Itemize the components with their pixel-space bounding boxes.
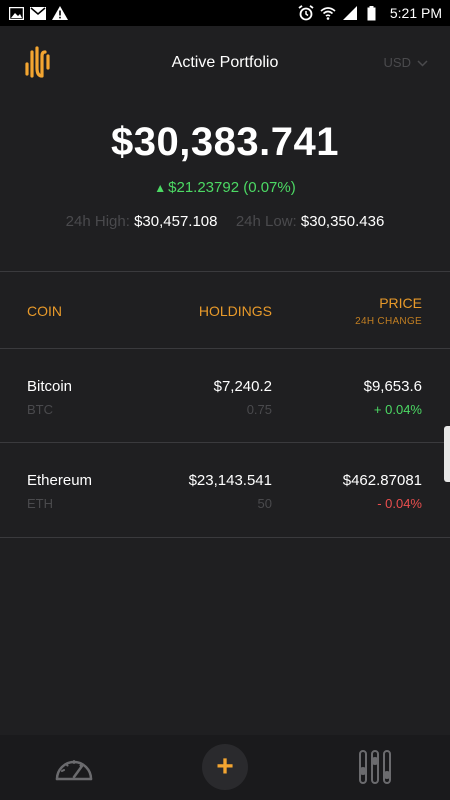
divider (0, 271, 450, 272)
gauge-icon[interactable] (54, 751, 94, 783)
holdings-value: $7,240.2 (213, 378, 272, 395)
coin-symbol: BTC (27, 402, 53, 417)
column-header-24h-change[interactable]: 24H CHANGE (355, 316, 422, 327)
column-header-holdings[interactable]: HOLDINGS (199, 303, 272, 319)
signal-icon (342, 5, 358, 21)
low-label: 24h Low: (235, 213, 297, 230)
coin-price: $462.87081 (342, 472, 422, 489)
battery-icon (364, 5, 380, 21)
status-bar: 5:21 PM (0, 0, 450, 26)
column-header-coin[interactable]: COIN (27, 303, 62, 319)
low-value: $30,350.436 (300, 213, 385, 230)
coin-24h-change: - 0.04% (377, 496, 422, 511)
portfolio-total: $30,383.741 (111, 120, 339, 164)
coin-symbol: ETH (27, 496, 53, 511)
edge-panel-handle[interactable] (444, 426, 450, 482)
table-row[interactable]: Bitcoin BTC $7,240.2 0.75 $9,653.6 + 0.0… (0, 351, 450, 445)
high-low-line: 24h High: $30,457.108 24h Low: $30,350.4… (0, 213, 450, 230)
currency-selector[interactable]: USD (384, 55, 428, 70)
coin-24h-change: + 0.04% (373, 402, 422, 417)
status-time: 5:21 PM (389, 5, 442, 21)
screen: 5:21 PM Active Portfolio USD $30,383.741… (0, 0, 450, 800)
high-value: $30,457.108 (134, 213, 218, 230)
app-header: Active Portfolio USD (0, 26, 450, 102)
wifi-icon (320, 5, 336, 21)
gallery-icon (8, 5, 24, 21)
chevron-down-icon (417, 55, 428, 70)
page-title: Active Portfolio (171, 54, 279, 71)
holdings-quantity: 0.75 (246, 402, 272, 417)
coin-price: $9,653.6 (363, 378, 422, 395)
status-bar-right: 5:21 PM (298, 5, 442, 21)
sliders-icon[interactable] (358, 749, 392, 785)
add-button[interactable]: + (202, 744, 248, 790)
holdings-quantity: 50 (257, 496, 272, 511)
table-row[interactable]: Ethereum ETH $23,143.541 50 $462.87081 -… (0, 445, 450, 539)
currency-label: USD (383, 55, 411, 70)
divider (0, 442, 450, 443)
coin-name: Ethereum (27, 472, 93, 489)
divider (0, 348, 450, 349)
column-header-price[interactable]: PRICE (379, 295, 422, 311)
portfolio-change-value: $21.23792 (0.07%) (168, 179, 296, 196)
portfolio-change: ▲ $21.23792 (0.07%) (0, 179, 450, 196)
coin-name: Bitcoin (27, 378, 73, 395)
status-bar-left (8, 5, 68, 21)
divider (0, 537, 450, 538)
high-label: 24h High: (65, 213, 130, 230)
holdings-value: $23,143.541 (188, 472, 272, 489)
mail-icon (30, 5, 46, 21)
bottom-nav: + (0, 735, 450, 800)
warning-icon (52, 5, 68, 21)
up-arrow-icon: ▲ (154, 181, 167, 195)
alarm-icon (298, 5, 314, 21)
